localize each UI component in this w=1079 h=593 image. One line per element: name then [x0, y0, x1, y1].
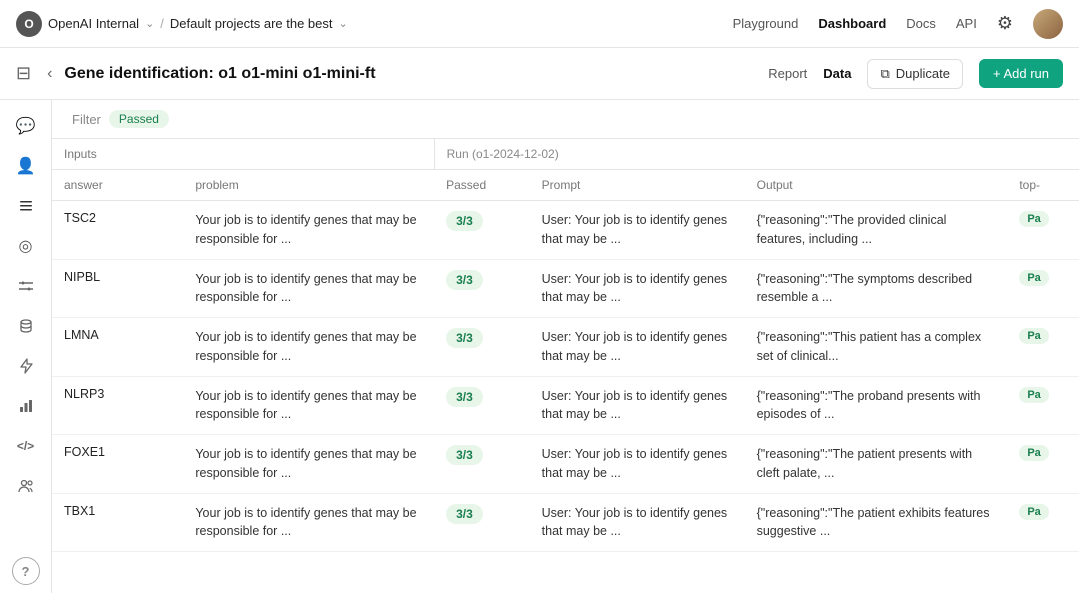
run-section-label: Run (o1-2024-12-02): [447, 147, 559, 161]
table-row[interactable]: LMNA Your job is to identify genes that …: [52, 318, 1079, 377]
cell-answer-0: TSC2: [52, 201, 183, 260]
project-chevron-icon[interactable]: ⌄: [339, 17, 348, 30]
col-output-header: Output: [745, 170, 1008, 201]
org-name[interactable]: OpenAI Internal: [48, 16, 139, 31]
cell-output-5: {"reasoning":"The patient exhibits featu…: [745, 493, 1008, 552]
sidebar-toggle-icon[interactable]: ⊟: [16, 63, 31, 84]
breadcrumb-separator: /: [160, 16, 164, 31]
report-link[interactable]: Report: [768, 66, 807, 81]
table-row[interactable]: TBX1 Your job is to identify genes that …: [52, 493, 1079, 552]
cell-output-3: {"reasoning":"The proband presents with …: [745, 376, 1008, 435]
cell-prompt-3: User: Your job is to identify genes that…: [530, 376, 745, 435]
column-group-header: Inputs Run (o1-2024-12-02): [52, 139, 1079, 170]
cell-answer-5: TBX1: [52, 493, 183, 552]
cell-problem-4: Your job is to identify genes that may b…: [183, 435, 434, 494]
nav-playground[interactable]: Playground: [733, 16, 799, 31]
table-area: Filter Passed Inputs Run (o1-2024-12-02)…: [52, 100, 1079, 593]
cell-prompt-5: User: Your job is to identify genes that…: [530, 493, 745, 552]
sub-header: ⊟ ‹ Gene identification: o1 o1-mini o1-m…: [0, 48, 1079, 100]
cell-answer-1: NIPBL: [52, 259, 183, 318]
col-passed-header: Passed: [434, 170, 530, 201]
left-sidebar: 💬 👤 ◎: [0, 100, 52, 593]
filter-label[interactable]: Filter: [72, 112, 101, 127]
cell-output-0: {"reasoning":"The provided clinical feat…: [745, 201, 1008, 260]
duplicate-icon: ⧉: [880, 66, 889, 82]
data-link[interactable]: Data: [823, 66, 851, 81]
table-row[interactable]: NIPBL Your job is to identify genes that…: [52, 259, 1079, 318]
col-top-header: top‑: [1007, 170, 1079, 201]
cell-top-1: Pa: [1007, 259, 1079, 318]
cell-problem-0: Your job is to identify genes that may b…: [183, 201, 434, 260]
cell-prompt-2: User: Your job is to identify genes that…: [530, 318, 745, 377]
cell-answer-2: LMNA: [52, 318, 183, 377]
run-group-header: Run (o1-2024-12-02): [434, 139, 1079, 170]
cell-top-3: Pa: [1007, 376, 1079, 435]
cell-prompt-0: User: Your job is to identify genes that…: [530, 201, 745, 260]
duplicate-button[interactable]: ⧉ Duplicate: [867, 59, 963, 89]
sidebar-item-chart[interactable]: [8, 388, 44, 424]
cell-problem-2: Your job is to identify genes that may b…: [183, 318, 434, 377]
top-nav: O OpenAI Internal ⌄ / Default projects a…: [0, 0, 1079, 48]
nav-api[interactable]: API: [956, 16, 977, 31]
cell-problem-1: Your job is to identify genes that may b…: [183, 259, 434, 318]
col-problem-header: problem: [183, 170, 434, 201]
sidebar-item-tune[interactable]: [8, 268, 44, 304]
cell-passed-5: 3/3: [434, 493, 530, 552]
sidebar-item-people[interactable]: [8, 468, 44, 504]
col-prompt-header: Prompt: [530, 170, 745, 201]
cell-passed-4: 3/3: [434, 435, 530, 494]
cell-passed-2: 3/3: [434, 318, 530, 377]
add-run-button[interactable]: + Add run: [979, 59, 1063, 88]
sidebar-item-code[interactable]: </>: [8, 428, 44, 464]
sub-nav-right: Report Data ⧉ Duplicate + Add run: [768, 59, 1063, 89]
column-headers: answer problem Passed Prompt Output top‑: [52, 170, 1079, 201]
cell-prompt-1: User: Your job is to identify genes that…: [530, 259, 745, 318]
filter-bar: Filter Passed: [52, 100, 1079, 139]
sidebar-item-help[interactable]: ?: [12, 557, 40, 585]
sidebar-item-lightning[interactable]: [8, 348, 44, 384]
user-avatar[interactable]: [1033, 9, 1063, 39]
nav-docs[interactable]: Docs: [906, 16, 936, 31]
cell-passed-0: 3/3: [434, 201, 530, 260]
cell-answer-3: NLRP3: [52, 376, 183, 435]
cell-answer-4: FOXE1: [52, 435, 183, 494]
table-row[interactable]: NLRP3 Your job is to identify genes that…: [52, 376, 1079, 435]
sidebar-item-chat[interactable]: 💬: [8, 108, 44, 144]
sidebar-item-target[interactable]: ◎: [8, 228, 44, 264]
cell-output-2: {"reasoning":"This patient has a complex…: [745, 318, 1008, 377]
nav-dashboard[interactable]: Dashboard: [818, 16, 886, 31]
col-answer-header: answer: [52, 170, 183, 201]
org-chevron-icon[interactable]: ⌄: [145, 17, 154, 30]
project-name[interactable]: Default projects are the best: [170, 16, 333, 31]
cell-top-0: Pa: [1007, 201, 1079, 260]
cell-top-5: Pa: [1007, 493, 1079, 552]
filter-passed-badge[interactable]: Passed: [109, 110, 169, 128]
cell-passed-1: 3/3: [434, 259, 530, 318]
sidebar-item-database[interactable]: [8, 308, 44, 344]
nav-left: O OpenAI Internal ⌄ / Default projects a…: [16, 11, 725, 37]
table-row[interactable]: FOXE1 Your job is to identify genes that…: [52, 435, 1079, 494]
cell-output-1: {"reasoning":"The symptoms described res…: [745, 259, 1008, 318]
page-title: Gene identification: o1 o1-mini o1-mini-…: [64, 65, 756, 83]
table-body: TSC2 Your job is to identify genes that …: [52, 201, 1079, 552]
cell-problem-3: Your job is to identify genes that may b…: [183, 376, 434, 435]
org-avatar: O: [16, 11, 42, 37]
table-row[interactable]: TSC2 Your job is to identify genes that …: [52, 201, 1079, 260]
sidebar-item-list[interactable]: [8, 188, 44, 224]
sidebar-item-person[interactable]: 👤: [8, 148, 44, 184]
inputs-group-header: Inputs: [52, 139, 434, 170]
settings-icon[interactable]: ⚙: [997, 13, 1013, 34]
nav-center: Playground Dashboard Docs API ⚙: [733, 9, 1063, 39]
cell-prompt-4: User: Your job is to identify genes that…: [530, 435, 745, 494]
cell-top-2: Pa: [1007, 318, 1079, 377]
cell-passed-3: 3/3: [434, 376, 530, 435]
back-button[interactable]: ‹: [47, 65, 52, 83]
cell-output-4: {"reasoning":"The patient presents with …: [745, 435, 1008, 494]
cell-problem-5: Your job is to identify genes that may b…: [183, 493, 434, 552]
main-content: 💬 👤 ◎: [0, 100, 1079, 593]
data-table: Inputs Run (o1-2024-12-02) answer proble…: [52, 139, 1079, 552]
cell-top-4: Pa: [1007, 435, 1079, 494]
